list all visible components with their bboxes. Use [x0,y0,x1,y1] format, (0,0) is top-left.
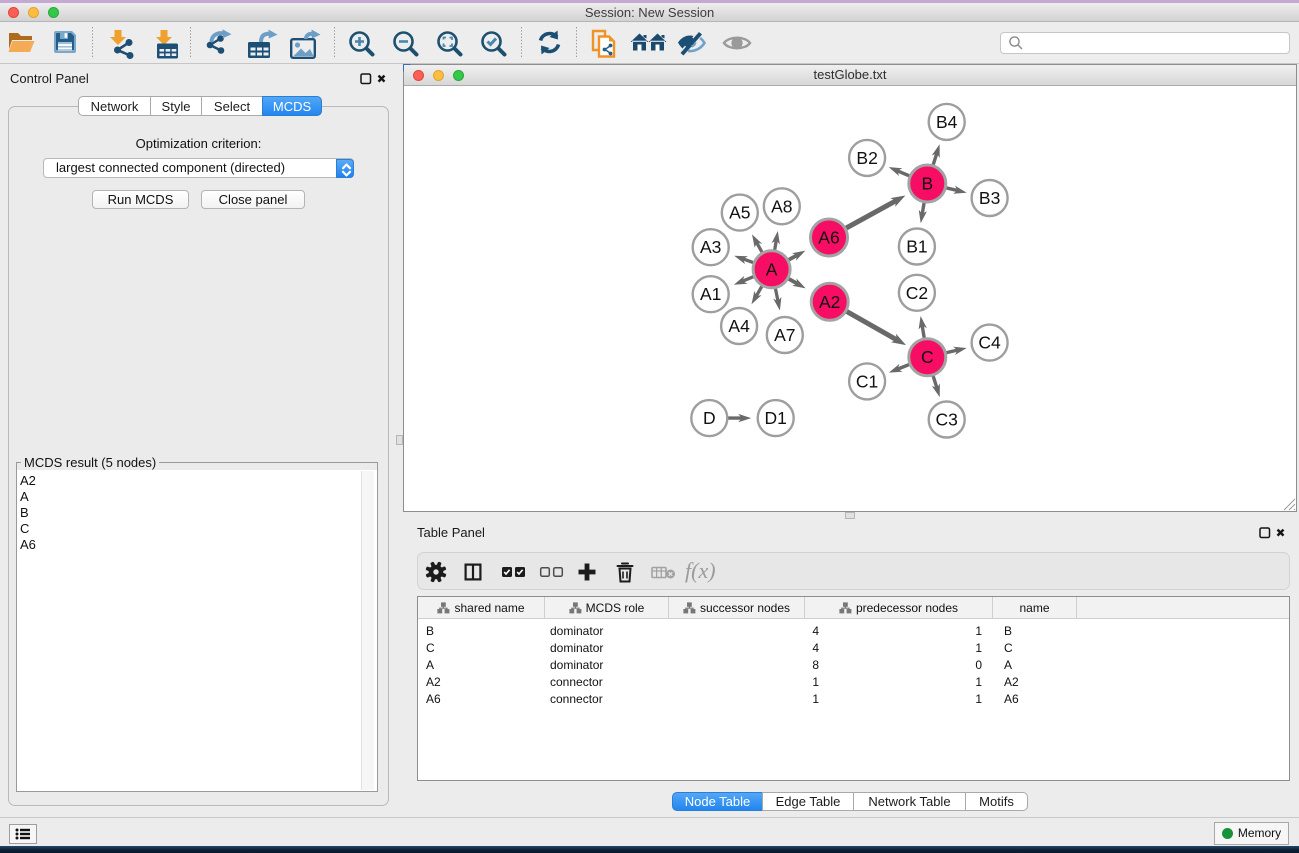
svg-text:A1: A1 [700,284,721,304]
svg-text:C3: C3 [936,410,958,430]
svg-text:D: D [703,408,716,428]
svg-text:A6: A6 [818,228,839,248]
svg-text:B: B [921,174,933,194]
svg-text:C4: C4 [978,333,1001,353]
svg-text:A7: A7 [774,325,795,345]
svg-text:A5: A5 [729,203,750,223]
svg-text:C2: C2 [906,283,928,303]
svg-text:A8: A8 [771,196,792,216]
svg-text:C1: C1 [856,371,878,391]
svg-text:A4: A4 [728,316,750,336]
svg-text:B4: B4 [936,112,958,132]
svg-text:A2: A2 [819,292,840,312]
svg-text:D1: D1 [765,408,787,428]
svg-text:B3: B3 [979,188,1000,208]
svg-text:C: C [921,347,934,367]
svg-text:B2: B2 [856,148,877,168]
svg-text:B1: B1 [906,237,927,257]
svg-text:A: A [766,259,778,279]
svg-text:A3: A3 [700,237,721,257]
